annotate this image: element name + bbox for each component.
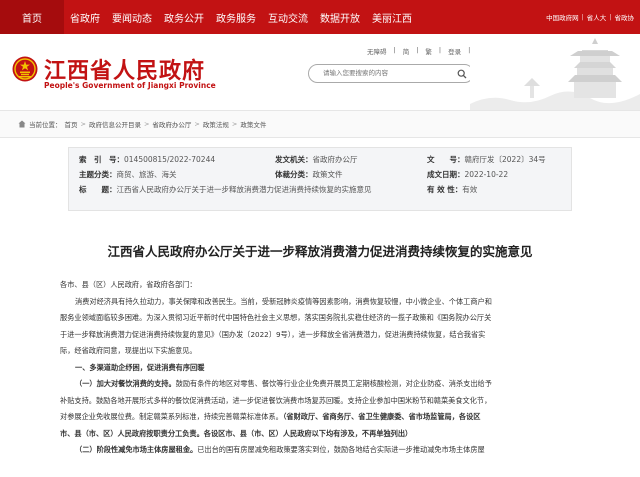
site-subtitle: People's Government of Jiangxi Province [44,81,216,90]
national-emblem-icon[interactable] [12,56,38,82]
traditional-link[interactable]: 繁 [425,46,432,56]
search-button[interactable] [453,66,471,81]
breadcrumb-item-office[interactable]: 省政府办公厅 [152,119,191,129]
docno-label: 文 号： [427,155,465,164]
site-header: 江西省人民政府 People's Government of Jiangxi P… [0,34,640,110]
breadcrumb-separator: > [194,120,199,128]
responsible-units: （省财政厅、省商务厅、省卫生健康委、省市场监管局，各设区 [283,412,481,421]
genre-value: 政策文件 [313,170,343,179]
date-label: 成文日期： [427,170,465,179]
search-input[interactable] [323,69,453,77]
breadcrumb-item-catalog[interactable]: 政府信息公开目录 [89,119,141,129]
nav-home[interactable]: 首页 [0,0,64,34]
search-box [308,64,474,83]
search-icon [457,69,467,79]
salutation: 各市、县（区）人民政府，省政府各部门： [60,277,569,294]
separator: | [582,13,584,21]
topic-value: 商贸、旅游、海关 [117,170,177,179]
docno-value: 赣府厅发〔2022〕34号 [465,155,546,164]
date-value: 2022-10-22 [465,170,509,179]
separator: | [609,13,611,21]
validity-value: 有效 [462,185,477,194]
index-value: 014500815/2022-70244 [124,155,215,164]
paragraph-line: 服务业领域面临较多困难。为深入贯彻习近平新时代中国特色社会主义思想，落实国务院扎… [60,310,569,327]
doc-title-label: 标 题： [79,185,117,194]
clause-heading: （二）阶段性减免市场主体房屋租金。 [75,445,197,454]
clause-text: 已出台的国有房屋减免租政策要落实到位，鼓励各地结合实际进一步推动减免市场主体房屋 [197,445,485,454]
breadcrumb: 当前位置： 首页 > 政府信息公开目录 > 省政府办公厅 > 政策法规 > 政策… [0,110,640,138]
document-title: 江西省人民政府办公厅关于进一步释放消费潜力促进消费持续恢复的实施意见 [0,241,640,260]
breadcrumb-label: 当前位置： [29,119,62,129]
link-npc[interactable]: 省人大 [587,12,607,22]
login-link[interactable]: 登录 [448,46,461,56]
divider: | [416,46,418,56]
paragraph-line: 际，经省政府同意，现提出以下实施意见。 [60,343,569,360]
paragraph-line: 对参展企业免收展位费。制定赣菜系列标准，持续完善赣菜标准体系。（省财政厅、省商务… [60,409,569,426]
home-location-icon [18,120,26,128]
top-navigation: 首页 省政府 要闻动态 政务公开 政务服务 互动交流 数据开放 美丽江西 中国政… [0,0,640,34]
genre-label: 体裁分类： [275,170,313,179]
paragraph-line: 于进一步释放消费潜力促进消费持续恢复的意见》（国办发〔2022〕9号），进一步释… [60,327,569,344]
topic-label: 主题分类： [79,170,117,179]
nav-news[interactable]: 要闻动态 [106,0,158,34]
paragraph-line: （二）阶段性减免市场主体房屋租金。已出台的国有房屋减免租政策要落实到位，鼓励各地… [60,442,569,459]
validity-label: 有 效 性： [427,185,462,194]
nav-provincial-government[interactable]: 省政府 [64,0,106,34]
document-metadata: 索 引 号：014500815/2022-70244 发文机关：省政府办公厅 文… [68,147,572,211]
link-china-gov[interactable]: 中国政府网 [546,12,579,22]
meta-row: 索 引 号：014500815/2022-70244 发文机关：省政府办公厅 文… [69,152,571,167]
breadcrumb-separator: > [232,120,237,128]
nav-beautiful-jiangxi[interactable]: 美丽江西 [366,0,418,34]
breadcrumb-separator: > [81,120,86,128]
breadcrumb-item-policy[interactable]: 政策文件 [240,119,266,129]
divider: | [394,46,396,56]
document-body: 各市、县（区）人民政府，省政府各部门： 消费对经济具有持久拉动力，事关保障和改善… [60,277,569,459]
clause-heading: （一）加大对餐饮消费的支持。 [75,379,176,388]
top-right-links: 中国政府网 | 省人大 | 省政协 [546,0,634,34]
paragraph-line: 市、县（市、区）人民政府按职责分工负责。各设区市、县（市、区）人民政府以下均有涉… [60,426,569,443]
paragraph-line: （一）加大对餐饮消费的支持。鼓励有条件的地区对零售、餐饮等行业企业免费开展员工定… [60,376,569,393]
nav-interaction[interactable]: 互动交流 [262,0,314,34]
clause-text: 对参展企业免收展位费。制定赣菜系列标准，持续完善赣菜标准体系。 [60,412,283,421]
nav-government-services[interactable]: 政务服务 [210,0,262,34]
section-heading: 一、多渠道助企纾困，促进消费有序回暖 [60,360,569,377]
clause-text: 鼓励有条件的地区对零售、餐饮等行业企业免费开展员工定期核酸检测，对企业防疫、消杀… [176,379,492,388]
divider: | [439,46,441,56]
paragraph-line: 补贴支持。鼓励各地开展形式多样的餐饮促消费活动，进一步促进餐饮消费市场复苏回暖。… [60,393,569,410]
pavilion-illustration [470,34,640,110]
nav-open-data[interactable]: 数据开放 [314,0,366,34]
issuer-value: 省政府办公厅 [313,155,358,164]
breadcrumb-item-regulations[interactable]: 政策法规 [203,119,229,129]
paragraph-line: 消费对经济具有持久拉动力，事关保障和改善民生。当前，受新冠肺炎疫情等因素影响，消… [60,294,569,311]
doc-title-value: 江西省人民政府办公厅关于进一步释放消费潜力促进消费持续恢复的实施意见 [117,185,372,194]
link-cppcc[interactable]: 省政协 [615,12,635,22]
accessibility-link[interactable]: 无障碍 [367,46,387,56]
index-label: 索 引 号： [79,155,124,164]
breadcrumb-item-home[interactable]: 首页 [65,119,78,129]
simplified-link[interactable]: 简 [403,46,410,56]
nav-government-affairs[interactable]: 政务公开 [158,0,210,34]
main-menu: 首页 省政府 要闻动态 政务公开 政务服务 互动交流 数据开放 美丽江西 [0,0,418,34]
meta-row: 主题分类：商贸、旅游、海关 体裁分类：政策文件 成文日期：2022-10-22 [69,167,571,182]
breadcrumb-separator: > [144,120,149,128]
meta-row: 标 题：江西省人民政府办公厅关于进一步释放消费潜力促进消费持续恢复的实施意见 有… [69,182,571,197]
issuer-label: 发文机关： [275,155,313,164]
